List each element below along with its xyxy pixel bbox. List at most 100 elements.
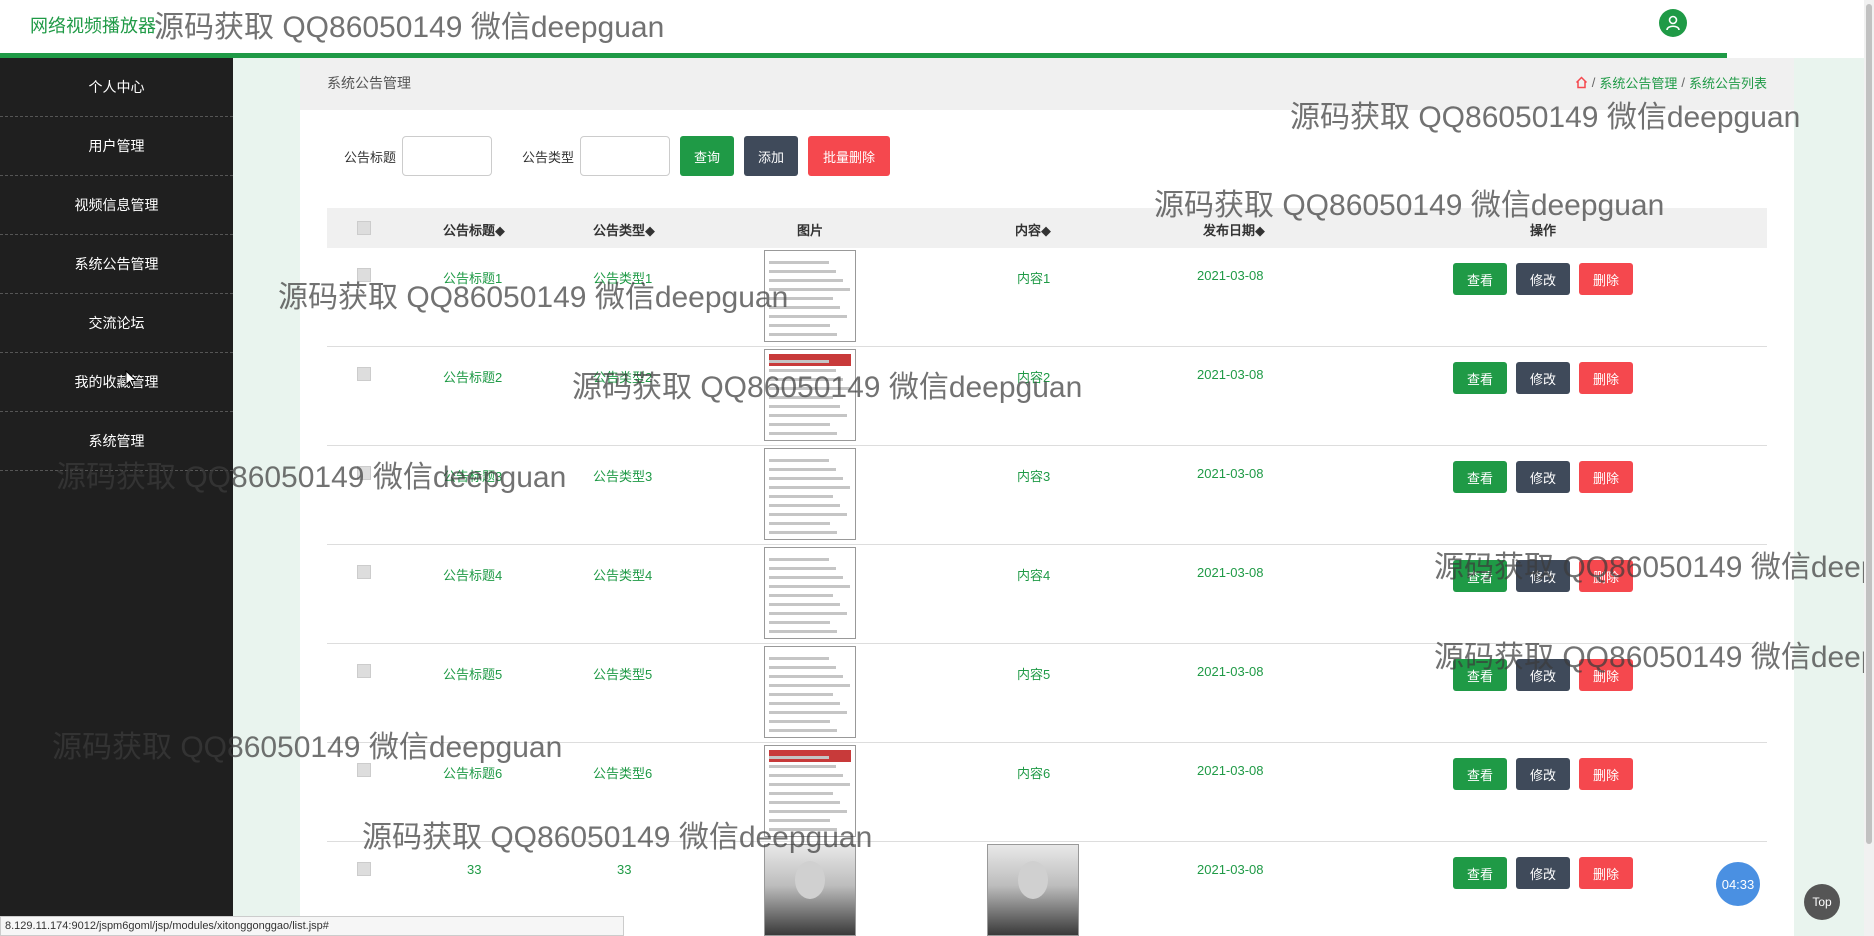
type-cell: 33 [617,862,632,877]
row-checkbox[interactable] [357,862,371,876]
row-checkbox[interactable] [357,565,371,579]
type-filter-input[interactable] [580,136,671,176]
table-row: 公告标题6 公告类型6 内容6 2021-03-08 查看 修改 删除 [327,743,1767,842]
date-cell: 2021-03-08 [1197,565,1264,580]
row-checkbox[interactable] [357,367,371,381]
sidebar-item-favorites[interactable]: 我的收藏管理 [0,353,233,412]
background-band [1794,58,1864,936]
header-content-sortable[interactable]: 内容◆ [1015,220,1051,239]
type-cell: 公告类型5 [593,667,653,682]
breadcrumb-link-announcements[interactable]: 系统公告管理 [1599,73,1677,92]
delete-button[interactable]: 删除 [1579,362,1633,394]
content-cell: 内容4 [1017,568,1051,583]
delete-button[interactable]: 删除 [1579,758,1633,790]
date-cell: 2021-03-08 [1197,466,1264,481]
batch-delete-button[interactable]: 批量删除 [808,136,891,176]
announcement-image[interactable] [764,547,856,639]
top-header: 网络视频播放器 [0,0,1727,58]
page-title: 系统公告管理 [327,75,411,91]
delete-button[interactable]: 删除 [1579,659,1633,691]
announcement-image[interactable] [764,448,856,540]
sidebar-item-forum[interactable]: 交流论坛 [0,294,233,353]
breadcrumb-separator: / [1681,75,1685,90]
view-button[interactable]: 查看 [1453,758,1507,790]
search-form: 公告标题 公告类型 查询 添加 批量删除 [344,136,891,176]
timer-badge[interactable]: 04:33 [1716,862,1760,906]
announcement-image[interactable] [764,349,856,441]
edit-button[interactable]: 修改 [1516,857,1570,889]
title-cell: 公告标题5 [443,667,503,682]
delete-button[interactable]: 删除 [1579,560,1633,592]
type-cell: 公告类型6 [593,766,653,781]
edit-button[interactable]: 修改 [1516,659,1570,691]
app-title: 网络视频播放器 [30,16,156,36]
row-checkbox[interactable] [357,664,371,678]
announcement-image[interactable] [764,250,856,342]
user-avatar-icon[interactable] [1659,9,1687,37]
title-cell: 公告标题2 [443,370,503,385]
select-all-checkbox[interactable] [357,221,371,235]
content-cell: 内容3 [1017,469,1051,484]
title-cell: 33 [467,862,482,877]
breadcrumb-separator: / [1591,75,1596,90]
table-row: 公告标题1 公告类型1 内容1 2021-03-08 查看 修改 删除 [327,248,1767,347]
edit-button[interactable]: 修改 [1516,461,1570,493]
table-row: 公告标题5 公告类型5 内容5 2021-03-08 查看 修改 删除 [327,644,1767,743]
type-cell: 公告类型1 [593,271,653,286]
breadcrumb-current: 系统公告列表 [1688,76,1767,91]
table-body: 公告标题1 公告类型1 内容1 2021-03-08 查看 修改 删除 公告标题2 公告类型2 内… [327,248,1767,936]
header-type-sortable[interactable]: 公告类型◆ [593,220,655,239]
delete-button[interactable]: 删除 [1579,461,1633,493]
title-cell: 公告标题1 [443,271,503,286]
table-header: 公告标题◆ 公告类型◆ 图片 内容◆ 发布日期◆ 操作 [327,208,1767,248]
view-button[interactable]: 查看 [1453,857,1507,889]
date-cell: 2021-03-08 [1197,763,1264,778]
date-cell: 2021-03-08 [1197,664,1264,679]
type-filter-label: 公告类型 [522,149,575,165]
breadcrumb: 系统公告管理 / 系统公告管理 / 系统公告列表 [300,58,1794,110]
back-to-top-button[interactable]: Top [1804,884,1840,920]
edit-button[interactable]: 修改 [1516,758,1570,790]
title-cell: 公告标题3 [443,469,503,484]
content-cell: 内容2 [1017,370,1051,385]
add-button[interactable]: 添加 [744,136,799,176]
breadcrumb-trail: / 系统公告管理 / 系统公告列表 [1575,73,1767,92]
title-filter-input[interactable] [402,136,493,176]
sidebar-item-announcements[interactable]: 系统公告管理 [0,235,233,294]
view-button[interactable]: 查看 [1453,263,1507,295]
view-button[interactable]: 查看 [1453,560,1507,592]
delete-button[interactable]: 删除 [1579,263,1633,295]
view-button[interactable]: 查看 [1453,461,1507,493]
view-button[interactable]: 查看 [1453,362,1507,394]
sidebar-item-users[interactable]: 用户管理 [0,117,233,176]
type-cell: 公告类型3 [593,469,653,484]
mouse-pointer-icon [125,370,137,388]
sidebar-item-videos[interactable]: 视频信息管理 [0,176,233,235]
home-icon[interactable] [1575,76,1588,89]
announcement-image[interactable] [764,745,856,837]
background-band [233,58,300,936]
edit-button[interactable]: 修改 [1516,560,1570,592]
sidebar-item-system[interactable]: 系统管理 [0,412,233,471]
scrollbar-thumb[interactable] [1866,4,1872,844]
delete-button[interactable]: 删除 [1579,857,1633,889]
edit-button[interactable]: 修改 [1516,263,1570,295]
content-cell: 内容6 [1017,766,1051,781]
announcement-image[interactable] [764,646,856,738]
sidebar-item-profile[interactable]: 个人中心 [0,58,233,117]
content-image [987,844,1079,936]
table-row: 公告标题2 公告类型2 内容2 2021-03-08 查看 修改 删除 [327,347,1767,446]
sidebar: 个人中心 用户管理 视频信息管理 系统公告管理 交流论坛 我的收藏管理 系统管理 [0,58,233,936]
query-button[interactable]: 查询 [680,136,735,176]
header-title-sortable[interactable]: 公告标题◆ [443,220,505,239]
announcement-image[interactable] [764,844,856,936]
view-button[interactable]: 查看 [1453,659,1507,691]
edit-button[interactable]: 修改 [1516,362,1570,394]
title-cell: 公告标题4 [443,568,503,583]
row-checkbox[interactable] [357,268,371,282]
header-date-sortable[interactable]: 发布日期◆ [1203,220,1265,239]
date-cell: 2021-03-08 [1197,862,1264,877]
row-checkbox[interactable] [357,466,371,480]
content-cell: 内容5 [1017,667,1051,682]
row-checkbox[interactable] [357,763,371,777]
